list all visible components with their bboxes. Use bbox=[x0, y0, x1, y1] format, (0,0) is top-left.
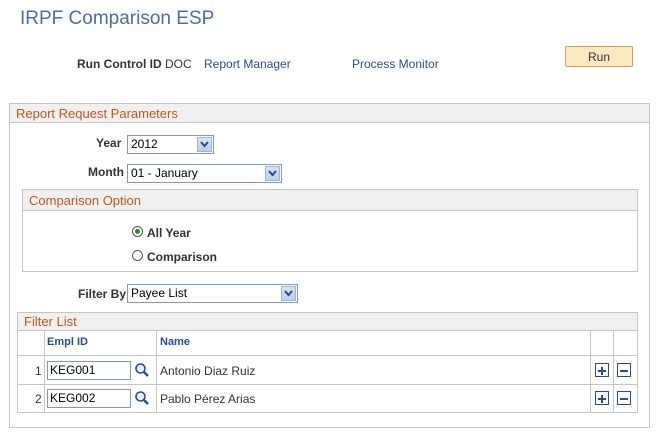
chevron-down-icon[interactable] bbox=[197, 137, 212, 152]
grid-divider bbox=[613, 330, 614, 412]
grid-divider bbox=[44, 330, 45, 412]
comparison-option-header: Comparison Option bbox=[23, 190, 637, 211]
grid-divider bbox=[18, 355, 637, 356]
empl-id-input[interactable]: KEG002 bbox=[47, 389, 131, 408]
chevron-down-icon[interactable] bbox=[281, 286, 296, 301]
comparison-radio[interactable] bbox=[132, 250, 143, 261]
year-label: Year bbox=[96, 136, 122, 150]
page-title: IRPF Comparison ESP bbox=[20, 8, 215, 29]
filter-by-select[interactable]: Payee List bbox=[127, 284, 298, 303]
comparison-label[interactable]: Comparison bbox=[147, 250, 217, 264]
grid-divider bbox=[156, 330, 157, 412]
filter-by-label: Filter By bbox=[78, 287, 127, 301]
magnifier-icon[interactable] bbox=[134, 390, 150, 406]
employee-name: Antonio Diaz Ruiz bbox=[160, 364, 256, 378]
month-select-value: 01 - January bbox=[131, 166, 198, 180]
process-monitor-link[interactable]: Process Monitor bbox=[352, 57, 439, 71]
radio-selected-dot bbox=[135, 229, 140, 234]
year-select[interactable]: 2012 bbox=[127, 135, 214, 154]
filter-by-select-value: Payee List bbox=[131, 286, 188, 300]
plus-icon[interactable] bbox=[595, 363, 609, 377]
run-button[interactable]: Run bbox=[565, 46, 633, 67]
row-number: 2 bbox=[35, 392, 42, 406]
run-control-label: Run Control ID bbox=[77, 57, 162, 71]
all-year-label[interactable]: All Year bbox=[147, 226, 191, 240]
magnifier-icon[interactable] bbox=[134, 362, 150, 378]
column-header-name: Name bbox=[160, 336, 190, 348]
filter-list-header: Filter List bbox=[18, 313, 637, 331]
minus-icon[interactable] bbox=[617, 391, 631, 405]
column-header-empl-id: Empl ID bbox=[47, 336, 88, 348]
year-select-value: 2012 bbox=[131, 137, 158, 151]
month-label: Month bbox=[88, 165, 124, 179]
all-year-radio[interactable] bbox=[132, 226, 143, 237]
report-manager-link[interactable]: Report Manager bbox=[204, 57, 291, 71]
plus-icon[interactable] bbox=[595, 391, 609, 405]
comparison-option-group: Comparison Option bbox=[22, 189, 638, 272]
minus-icon[interactable] bbox=[617, 363, 631, 377]
grid-divider bbox=[18, 384, 637, 385]
row-number: 1 bbox=[35, 364, 42, 378]
empl-id-input[interactable]: KEG001 bbox=[47, 361, 131, 380]
chevron-down-icon[interactable] bbox=[265, 166, 280, 181]
grid-divider bbox=[590, 330, 591, 412]
report-request-parameters-header: Report Request Parameters bbox=[10, 104, 649, 123]
month-select[interactable]: 01 - January bbox=[127, 164, 282, 183]
employee-name: Pablo Pérez Arias bbox=[160, 392, 256, 406]
run-control-value: DOC bbox=[165, 57, 192, 71]
